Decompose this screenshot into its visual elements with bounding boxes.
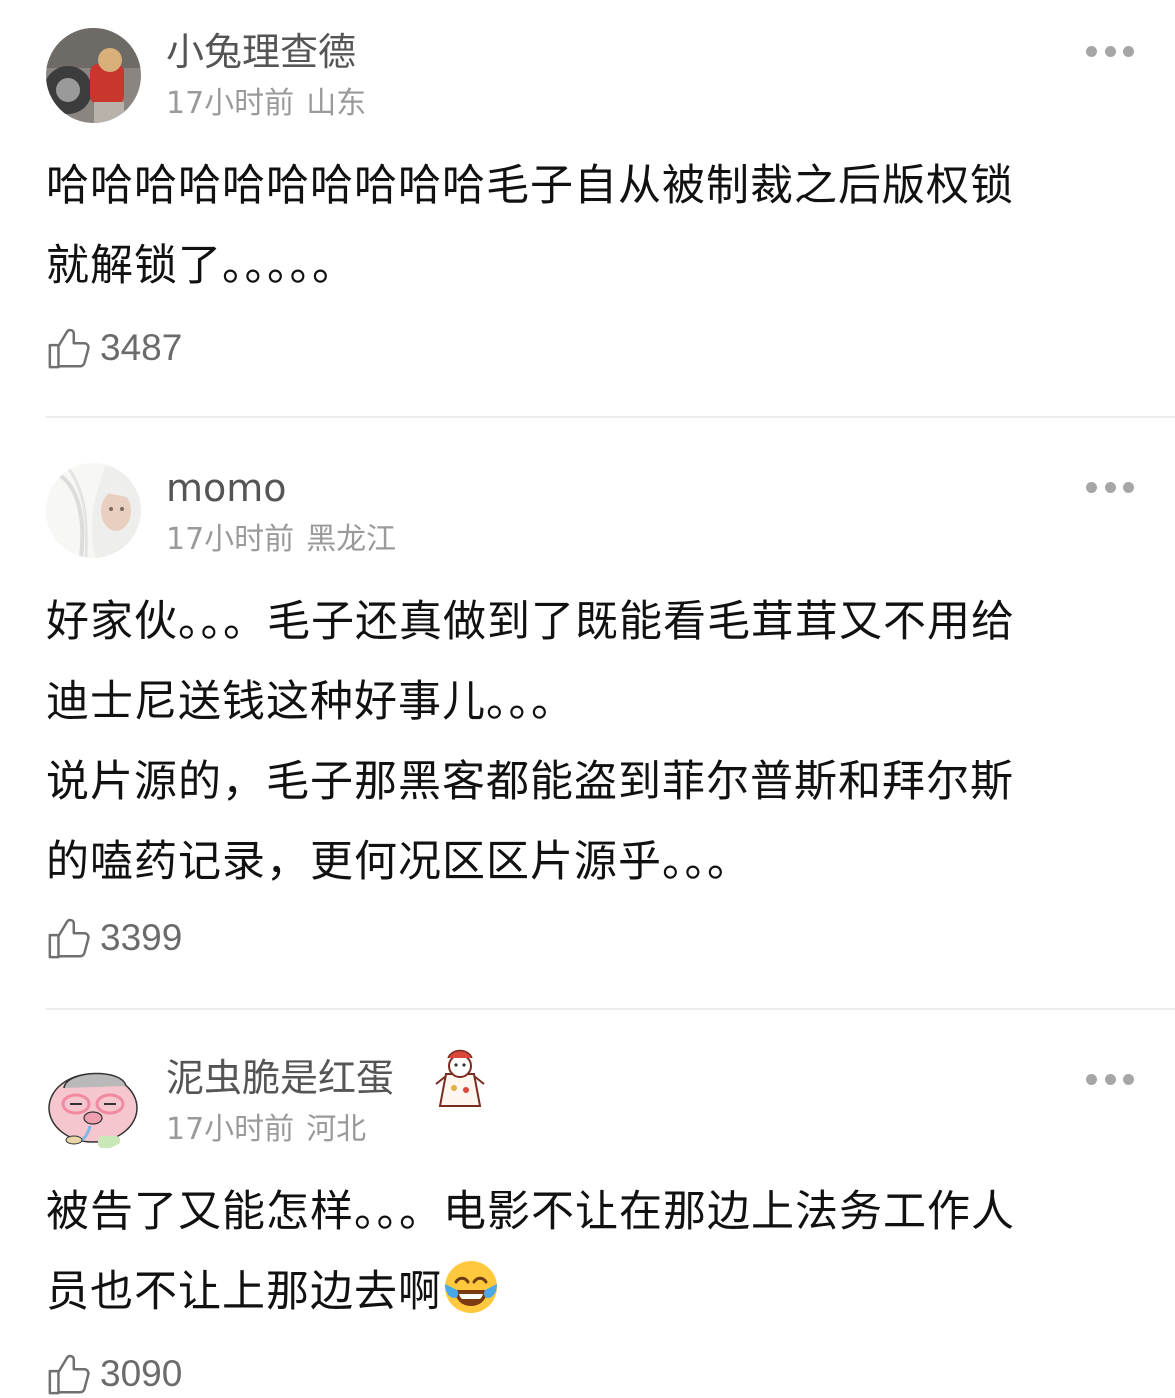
avatar[interactable]: [46, 1056, 141, 1151]
avatar-image: [46, 463, 141, 558]
location: 河北: [306, 1112, 367, 1147]
comment-line: 迪士尼送钱这种好事儿。。。: [46, 677, 575, 727]
location: 黑龙江: [306, 522, 397, 557]
laugh-cry-emoji-icon: [445, 1261, 497, 1313]
comment-line-text: 员也不让上那边去啊: [46, 1267, 442, 1317]
avatar[interactable]: [46, 463, 141, 558]
comment-line: 好家伙。。。毛子还真做到了既能看毛茸茸又不用给: [46, 597, 1015, 647]
timestamp: 17小时前: [166, 1112, 295, 1147]
comment-line: 哈哈哈哈哈哈哈哈哈哈毛子自从被制裁之后版权锁: [46, 161, 1014, 211]
comment-2: momo 17小时前 黑龙江 好家伙。。。毛子还真做到了既能看毛茸茸又不用给 迪士…: [0, 418, 1175, 1010]
like-count: 3487: [100, 327, 183, 368]
comment-3: 泥虫脆是红蛋 17小时前 河北 被告了又能怎样。。。电影不让在那边上法务工作人 员…: [0, 1010, 1175, 1395]
thumbs-up-icon: [48, 918, 90, 959]
timestamp: 17小时前: [166, 522, 295, 557]
comment-text: 好家伙。。。毛子还真做到了既能看毛茸茸又不用给 迪士尼送钱这种好事儿。。。 说片…: [46, 582, 1136, 902]
timestamp: 17小时前: [166, 86, 295, 121]
comment-meta: 17小时前 河北: [166, 1112, 366, 1148]
like-count: 3399: [100, 917, 183, 958]
like-count: 3090: [100, 1353, 183, 1394]
comment-line: 被告了又能怎样。。。电影不让在那边上法务工作人: [46, 1187, 1015, 1237]
thumbs-up-icon: [48, 1354, 90, 1395]
comment-meta: 17小时前 山东: [166, 86, 366, 122]
fan-badge-icon: [435, 1049, 485, 1107]
comment-line: 员也不让上那边去啊: [46, 1252, 1136, 1332]
comment-meta: 17小时前 黑龙江: [166, 522, 396, 558]
username[interactable]: 泥虫脆是红蛋: [166, 1056, 394, 1100]
like-button[interactable]: 3487: [46, 324, 182, 372]
thumbs-up-icon: [48, 328, 90, 369]
username[interactable]: 小兔理查德: [166, 30, 356, 74]
comment-line: 就解锁了。。。。。: [46, 241, 356, 291]
avatar-image: [46, 28, 141, 123]
avatar-image: [46, 1056, 141, 1151]
comment-text: 哈哈哈哈哈哈哈哈哈哈毛子自从被制裁之后版权锁 就解锁了。。。。。: [46, 146, 1136, 306]
avatar[interactable]: [46, 28, 141, 123]
comment-1: 小兔理查德 17小时前 山东 哈哈哈哈哈哈哈哈哈哈毛子自从被制裁之后版权锁 就解锁…: [0, 0, 1175, 420]
like-button[interactable]: 3399: [46, 914, 182, 962]
location: 山东: [306, 86, 367, 121]
comment-line: 说片源的，毛子那黑客都能盗到菲尔普斯和拜尔斯: [46, 757, 1014, 807]
more-dots-icon[interactable]: [1086, 480, 1134, 494]
username[interactable]: momo: [166, 466, 287, 510]
comment-text: 被告了又能怎样。。。电影不让在那边上法务工作人 员也不让上那边去啊: [46, 1172, 1136, 1332]
more-dots-icon[interactable]: [1086, 44, 1134, 58]
more-dots-icon[interactable]: [1086, 1072, 1134, 1086]
comment-line: 的嗑药记录，更何况区区片源乎。。。: [46, 837, 751, 887]
like-button[interactable]: 3090: [46, 1350, 182, 1398]
